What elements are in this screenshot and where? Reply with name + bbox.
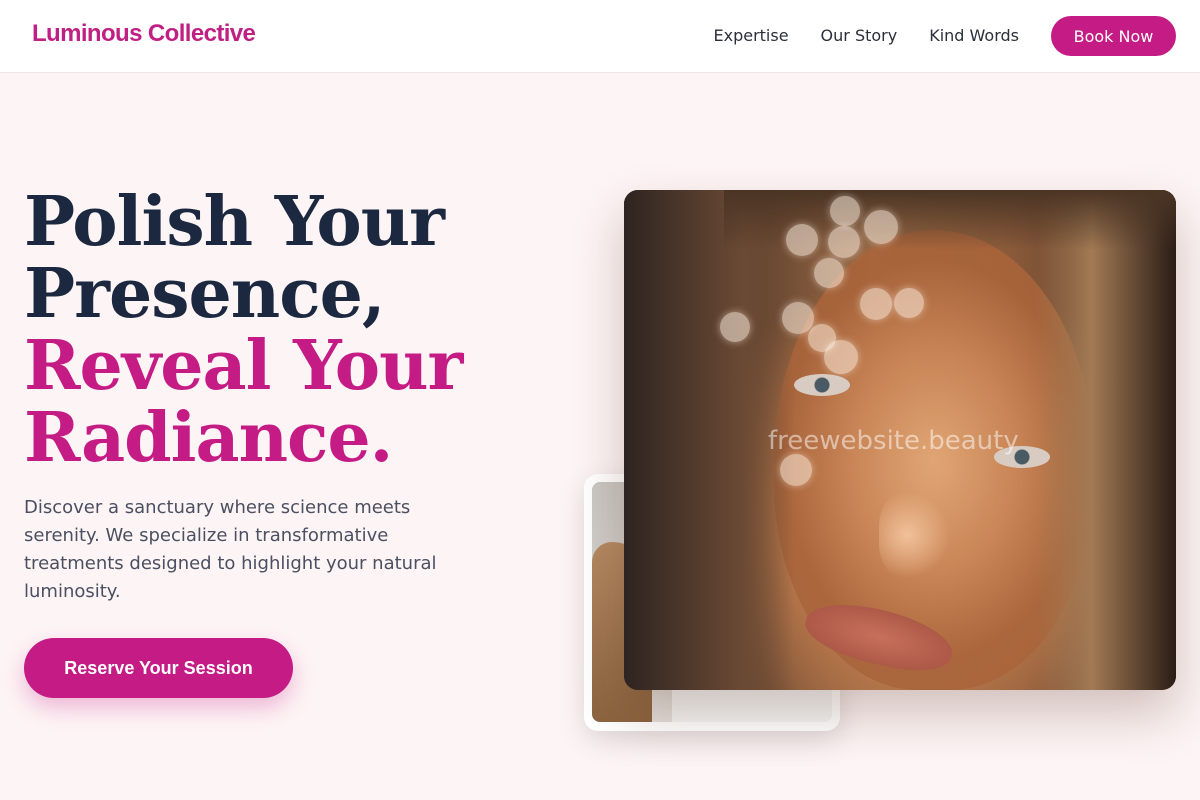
bokeh-light [824,340,858,374]
bokeh-light [720,312,750,342]
bokeh-light [894,288,924,318]
bokeh-light [786,224,818,256]
hero-description: Discover a sanctuary where science meets… [24,497,437,602]
hero-title: Polish Your Presence, Reveal Your Radian… [24,186,544,474]
book-now-button[interactable]: Book Now [1051,16,1176,56]
bokeh-light [864,210,898,244]
hero-title-line-2: Presence, [24,254,386,334]
portrait-nose [879,490,949,580]
hero-title-line-1: Polish Your [24,182,445,262]
reserve-session-button[interactable]: Reserve Your Session [24,638,293,698]
hero-portrait-photo: freewebsite.beauty [624,190,1176,690]
hero-title-line-3: Reveal Your [24,326,463,406]
bokeh-light [782,302,814,334]
nav-link-our-story[interactable]: Our Story [821,16,898,56]
photo-watermark: freewebsite.beauty [768,426,1019,456]
nav-link-kind-words[interactable]: Kind Words [929,16,1019,56]
nav-link-expertise[interactable]: Expertise [713,16,788,56]
portrait-eye-left [794,374,850,396]
portrait-hair-right [1036,190,1176,690]
main-nav: Expertise Our Story Kind Words Book Now [713,16,1176,56]
bokeh-light [830,196,860,226]
site-header: Luminous Collective Expertise Our Story … [0,0,1200,73]
bokeh-light [828,226,860,258]
bokeh-light [860,288,892,320]
hero-title-line-4: Radiance. [24,398,393,478]
bokeh-light [780,454,812,486]
brand-logo[interactable]: Luminous Collective [32,20,256,48]
bokeh-light [814,258,844,288]
